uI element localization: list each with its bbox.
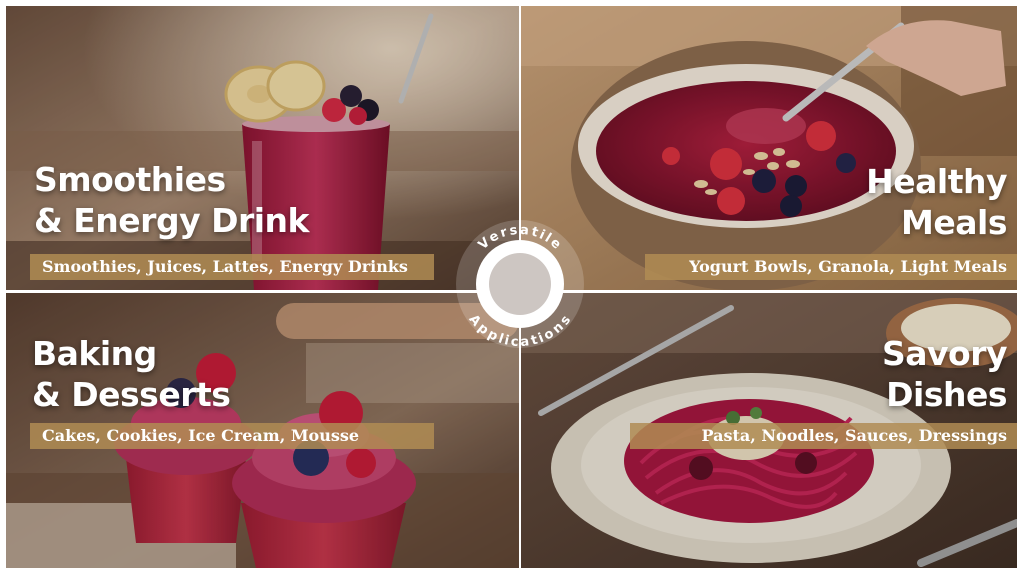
smoothies-subtitle: Smoothies, Juices, Lattes, Energy Drinks: [30, 254, 434, 280]
smoothies-title-line1: Smoothies: [34, 160, 226, 199]
savory-dishes-title: Savory Dishes: [881, 333, 1008, 415]
versatile-applications-badge: Versatile Applications: [456, 220, 584, 350]
panel-healthy-meals: Healthy Meals Yogurt Bowls, Granola, Lig…: [521, 6, 1017, 290]
healthy-meals-subtitle: Yogurt Bowls, Granola, Light Meals: [645, 254, 1017, 280]
smoothie-photo: [6, 6, 519, 290]
smoothies-title: Smoothies & Energy Drink: [34, 159, 310, 241]
smoothies-title-line2: & Energy Drink: [34, 201, 310, 240]
collage: Smoothies & Energy Drink Smoothies, Juic…: [6, 6, 1017, 568]
healthy-meals-title-line2: Meals: [901, 203, 1007, 242]
baking-desserts-title-line1: Baking: [32, 334, 157, 373]
savory-dishes-subtitle: Pasta, Noodles, Sauces, Dressings: [630, 423, 1017, 449]
savory-dishes-title-line2: Dishes: [886, 375, 1007, 414]
yogurt-bowl-photo: [521, 6, 1017, 290]
baking-desserts-title-line2: & Desserts: [32, 375, 231, 414]
baking-desserts-subtitle: Cakes, Cookies, Ice Cream, Mousse: [30, 423, 434, 449]
panel-smoothies: Smoothies & Energy Drink Smoothies, Juic…: [6, 6, 519, 290]
baking-desserts-title: Baking & Desserts: [32, 333, 231, 415]
panel-baking-desserts: Baking & Desserts Cakes, Cookies, Ice Cr…: [6, 293, 519, 568]
healthy-meals-title-line1: Healthy: [866, 162, 1007, 201]
panel-savory-dishes: Savory Dishes Pasta, Noodles, Sauces, Dr…: [521, 293, 1017, 568]
healthy-meals-title: Healthy Meals: [866, 161, 1007, 243]
savory-dishes-title-line1: Savory: [881, 334, 1008, 373]
